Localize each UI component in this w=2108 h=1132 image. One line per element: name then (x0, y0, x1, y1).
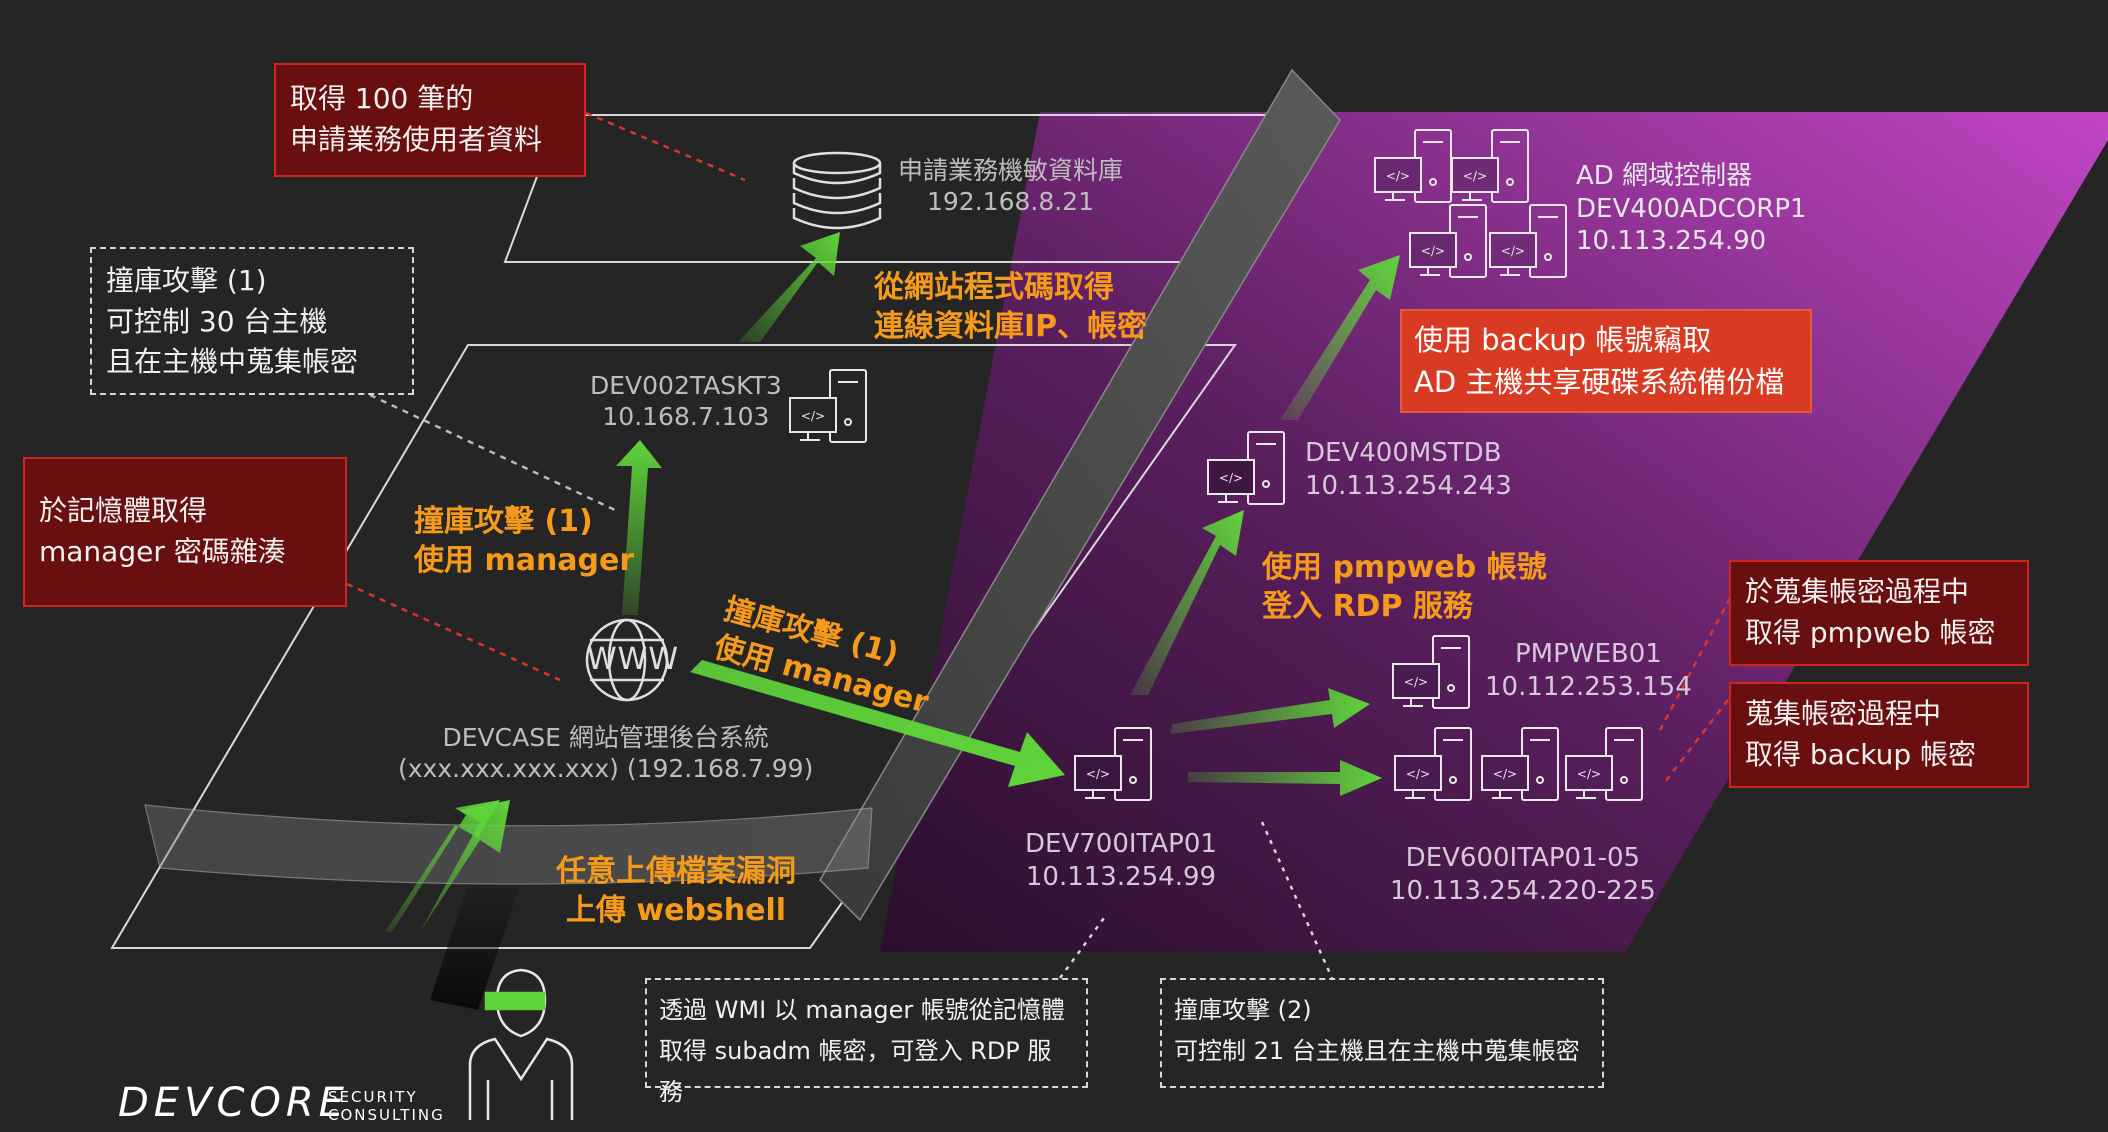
step-stuffing-task: 撞庫攻擊 (1) 使用 manager (414, 502, 634, 580)
mstdb-name: DEV400MSTDB (1305, 438, 1502, 468)
step-rdp-line2: 登入 RDP 服務 (1262, 589, 1473, 624)
devcore-logo: DEVCORE (118, 1080, 349, 1126)
itap0105-name: DEV600ITAP01-05 (1405, 843, 1641, 873)
callout-records-line1: 取得 100 筆的 (290, 82, 474, 115)
svg-text:</>: </> (1501, 244, 1525, 258)
pmpweb-label: PMPWEB01 10.112.253.154 (1485, 638, 1692, 703)
callout-memory-line2: manager 密碼雜湊 (39, 534, 286, 568)
step-db-creds: 從網站程式碼取得 連線資料庫IP、帳密 (874, 268, 1147, 346)
devcore-logo-sub: SECURITY CONSULTING (328, 1088, 445, 1124)
svg-text:</>: </> (1086, 767, 1110, 781)
callout-pmpweb-acct-line1: 於蒐集帳密過程中 (1745, 575, 1970, 608)
svg-text:</>: </> (1386, 169, 1410, 183)
callout-backup-acct-line2: 取得 backup 帳密 (1745, 737, 1977, 771)
itap0105-ip: 10.113.254.220-225 (1390, 875, 1656, 906)
sensitive-db-name: 申請業務機敏資料庫 (898, 156, 1124, 185)
ad-line1: AD 網域控制器 (1576, 161, 1753, 191)
callout-backup-acct: 蒐集帳密過程中 取得 backup 帳密 (1729, 682, 2029, 788)
callout-records-line2: 申請業務使用者資料 (290, 122, 543, 156)
www-label: WWW (587, 642, 679, 677)
callout-backup-acct-line1: 蒐集帳密過程中 (1745, 697, 1942, 730)
mstdb-label: DEV400MSTDB 10.113.254.243 (1305, 437, 1512, 502)
devcore-logo-sub1: SECURITY (328, 1088, 418, 1106)
svg-text:</>: </> (1406, 767, 1430, 781)
callout-memory: 於記憶體取得 manager 密碼雜湊 (23, 457, 347, 607)
devcase-name: DEVCASE 網站管理後台系統 (442, 723, 769, 752)
task-label: DEV002TASKT3 10.168.7.103 (590, 370, 782, 433)
callout-backup-share: 使用 backup 帳號竊取 AD 主機共享硬碟系統備份檔 (1400, 309, 1812, 413)
step-db-creds-line1: 從網站程式碼取得 (874, 270, 1114, 305)
callout-stuffing1: 撞庫攻擊 (1) 可控制 30 台主機 且在主機中蒐集帳密 (90, 247, 414, 395)
callout-memory-line1: 於記憶體取得 (39, 494, 208, 527)
callout-pmpweb-acct-line2: 取得 pmpweb 帳密 (1745, 615, 1996, 649)
callout-stuffing1-line1: 撞庫攻擊 (1) (106, 264, 267, 297)
callout-stuffing2-line1: 撞庫攻擊 (2) (1174, 996, 1312, 1024)
svg-text:</>: </> (1493, 767, 1517, 781)
devcore-logo-sub2: CONSULTING (328, 1106, 445, 1124)
ad-line3: 10.113.254.90 (1576, 226, 1767, 256)
callout-wmi: 透過 WMI 以 manager 帳號從記憶體 取得 subadm 帳密，可登入… (645, 978, 1088, 1106)
callout-pmpweb-acct: 於蒐集帳密過程中 取得 pmpweb 帳密 (1729, 560, 2029, 666)
callout-backup-share-line2: AD 主機共享硬碟系統備份檔 (1414, 365, 1785, 400)
itap0105-label: DEV600ITAP01-05 10.113.254.220-225 (1390, 842, 1656, 907)
pmpweb-name: PMPWEB01 (1514, 639, 1662, 669)
hacker-icon (468, 968, 574, 1120)
devcase-ip: (xxx.xxx.xxx.xxx) (192.168.7.99) (398, 754, 814, 784)
callout-records: 取得 100 筆的 申請業務使用者資料 (274, 63, 586, 177)
step-db-creds-line2: 連線資料庫IP、帳密 (874, 309, 1148, 344)
ad-label: AD 網域控制器 DEV400ADCORP1 10.113.254.90 (1576, 160, 1807, 258)
step-stuffing-task-line1: 撞庫攻擊 (1) (414, 504, 593, 539)
callout-stuffing2: 撞庫攻擊 (2) 可控制 21 台主機且在主機中蒐集帳密 (1160, 978, 1604, 1088)
callout-backup-share-line1: 使用 backup 帳號竊取 (1414, 323, 1712, 357)
callout-stuffing1-line2: 可控制 30 台主機 (106, 304, 328, 338)
devcase-label: DEVCASE 網站管理後台系統 (xxx.xxx.xxx.xxx) (192.… (398, 722, 813, 785)
database-icon (792, 151, 882, 230)
svg-text:</>: </> (1421, 244, 1445, 258)
itap01-label: DEV700ITAP01 10.113.254.99 (1025, 828, 1217, 893)
callout-stuffing2-line2: 可控制 21 台主機且在主機中蒐集帳密 (1174, 1036, 1580, 1065)
svg-text:</>: </> (1219, 471, 1243, 485)
ad-line2: DEV400ADCORP1 (1576, 193, 1807, 224)
callout-wmi-line1: 透過 WMI 以 manager 帳號從記憶體 (659, 996, 1065, 1024)
mstdb-ip: 10.113.254.243 (1305, 470, 1512, 501)
callout-stuffing1-line3: 且在主機中蒐集帳密 (106, 345, 359, 379)
step-upload-line1: 任意上傳檔案漏洞 (556, 854, 796, 889)
step-rdp-line1: 使用 pmpweb 帳號 (1262, 550, 1547, 585)
step-upload-line2: 上傳 webshell (565, 893, 787, 928)
svg-text:</>: </> (1577, 767, 1601, 781)
step-upload: 任意上傳檔案漏洞 上傳 webshell (556, 852, 796, 930)
svg-text:</>: </> (801, 409, 825, 423)
task-ip: 10.168.7.103 (602, 402, 770, 432)
itap01-name: DEV700ITAP01 (1025, 829, 1217, 859)
svg-text:</>: </> (1463, 169, 1487, 183)
callout-wmi-line2: 取得 subadm 帳密，可登入 RDP 服務 (659, 1036, 1052, 1106)
step-stuffing-task-line2: 使用 manager (414, 543, 635, 578)
svg-text:</>: </> (1404, 675, 1428, 689)
sensitive-db-label: 申請業務機敏資料庫 192.168.8.21 (898, 155, 1123, 218)
attack-path-diagram: </> </> </> </> </> </> </> </> </> </> … (0, 0, 2108, 1132)
step-rdp: 使用 pmpweb 帳號 登入 RDP 服務 (1262, 548, 1547, 626)
itap01-ip: 10.113.254.99 (1025, 861, 1217, 892)
pmpweb-ip: 10.112.253.154 (1485, 671, 1692, 702)
task-name: DEV002TASKT3 (590, 371, 782, 400)
sensitive-db-ip: 192.168.8.21 (927, 187, 1094, 217)
arrow-to-db (738, 232, 840, 342)
